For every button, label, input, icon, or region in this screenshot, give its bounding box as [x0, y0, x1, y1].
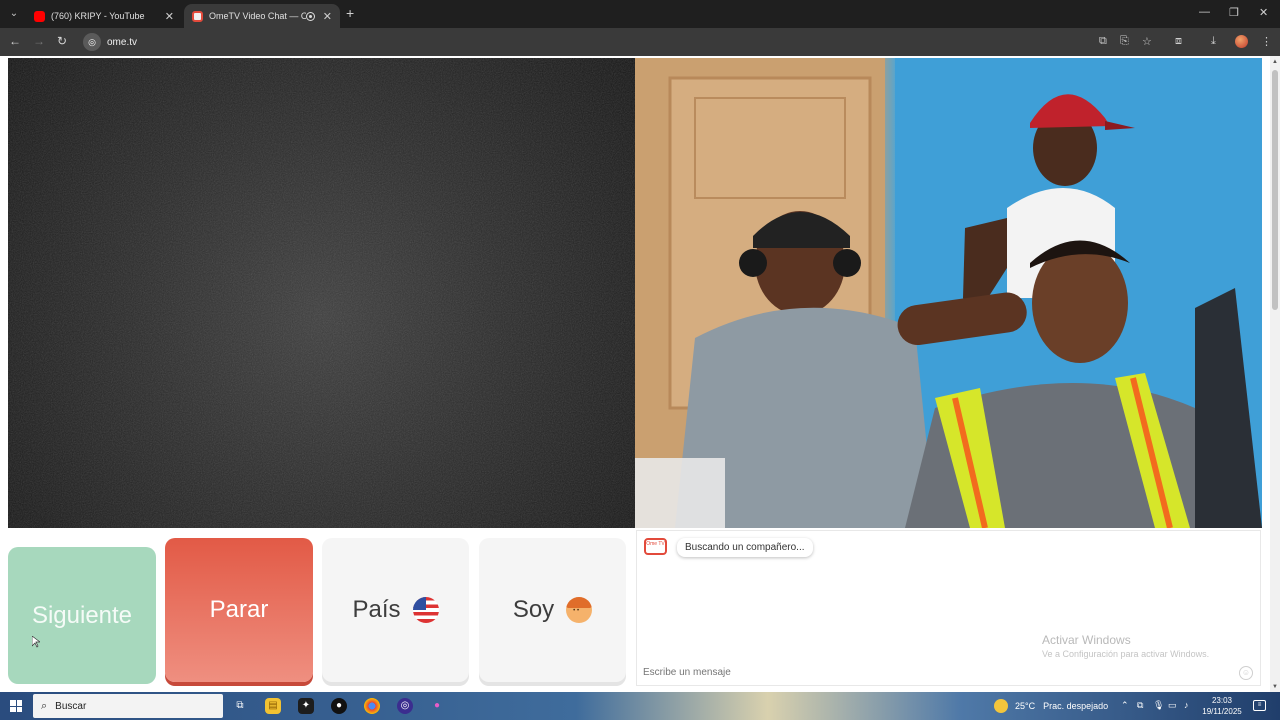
chevron-up-icon[interactable]: ⌃ [1121, 700, 1129, 711]
translate-icon[interactable]: ⎘ [1120, 35, 1129, 48]
microphone-icon[interactable]: 🎙 [1153, 700, 1164, 711]
clock-time: 23:03 [1211, 696, 1233, 705]
reload-icon[interactable]: ↻ [57, 34, 67, 48]
tab-strip: ⌄ (760) KRIPY - YouTube ✕ OmeTV Video Ch… [0, 0, 1280, 28]
profile-avatar[interactable] [1235, 35, 1248, 48]
obs-app-icon[interactable]: ✦ [298, 698, 314, 714]
tab-youtube[interactable]: (760) KRIPY - YouTube ✕ [26, 4, 182, 28]
restore-icon[interactable]: ❐ [1229, 6, 1239, 19]
extensions-icon[interactable]: ⧈ [1175, 35, 1182, 48]
status-message: Buscando un compañero... [677, 538, 813, 557]
notification-icon[interactable]: ≡ [1253, 700, 1266, 711]
ometv-logo-icon: Ome TV [644, 538, 667, 555]
clock-date: 19/11/2025 [1202, 707, 1242, 716]
ometv-icon [192, 10, 203, 22]
gender-button[interactable]: Soy [479, 538, 626, 682]
next-button-label: Siguiente [31, 601, 133, 629]
cortana-app-icon[interactable]: ◎ [397, 698, 413, 714]
task-view-icon[interactable]: ⧉ [232, 698, 248, 714]
emoji-icon[interactable]: ☺ [1239, 666, 1253, 680]
partly-sunny-icon [994, 699, 1008, 713]
tab-search-icon[interactable]: ⌄ [6, 6, 22, 22]
close-window-icon[interactable]: ✕ [1259, 6, 1268, 19]
scroll-down-icon[interactable]: ▼ [1272, 684, 1278, 690]
taskbar-search[interactable]: ⌕ Buscar [33, 694, 223, 718]
ometv-logo-text: Ome TV [646, 541, 665, 547]
mouse-cursor-icon [32, 636, 40, 648]
weather-desc: Prac. despejado [1043, 701, 1109, 711]
country-button-label: País [352, 596, 401, 623]
taskbar-search-placeholder: Buscar [55, 700, 87, 712]
message-input[interactable] [643, 667, 1233, 678]
local-video-static [8, 58, 635, 528]
system-clock[interactable]: 23:03 19/11/2025 [1202, 695, 1242, 717]
url-text: ome.tv [107, 36, 138, 48]
address-bar[interactable]: ◎ ome.tv [80, 31, 1090, 53]
static-noise [8, 58, 635, 528]
partner-video [635, 58, 1262, 528]
us-flag-icon [412, 597, 439, 623]
weather-widget[interactable]: 25°C Prac. despejado [994, 699, 1108, 713]
activate-windows-title: Activar Windows [1042, 633, 1131, 647]
partner-video-scene [635, 58, 1262, 528]
close-tab-icon[interactable]: ✕ [165, 10, 174, 23]
bookmark-star-icon[interactable]: ☆ [1142, 35, 1152, 48]
browser-toolbar: ← → ↻ ◎ ome.tv ⧉ ⎘ ☆ ⧈ ⤓ ⋮ [0, 28, 1280, 56]
site-info-icon[interactable]: ◎ [83, 33, 101, 51]
stop-button[interactable]: Parar [165, 538, 313, 682]
file-explorer-icon[interactable]: ▤ [265, 698, 281, 714]
country-button[interactable]: País [322, 538, 469, 682]
cast-icon[interactable]: ⧉ [1099, 35, 1107, 48]
chrome-icon[interactable] [364, 698, 380, 714]
scrollbar-thumb[interactable] [1272, 70, 1278, 310]
back-icon[interactable]: ← [9, 34, 21, 48]
new-tab-button[interactable]: + [346, 5, 354, 21]
recorder-app-icon[interactable]: ● [331, 698, 347, 714]
minimize-icon[interactable]: — [1199, 6, 1210, 18]
maps-pin-icon[interactable]: ● [429, 698, 445, 714]
scrollbar[interactable]: ▲ ▼ [1270, 56, 1280, 692]
youtube-icon [34, 10, 45, 22]
weather-temp: 25°C [1015, 701, 1036, 711]
search-icon: ⌕ [41, 699, 48, 712]
forward-icon[interactable]: → [33, 34, 45, 48]
scroll-up-icon[interactable]: ▲ [1272, 59, 1278, 65]
tab-title: OmeTV Video Chat — Ome [209, 11, 306, 21]
volume-icon[interactable]: ♪ [1184, 700, 1189, 710]
menu-icon[interactable]: ⋮ [1261, 35, 1272, 48]
activate-windows-subtitle: Ve a Configuración para activar Windows. [1042, 649, 1210, 659]
next-button[interactable]: Siguiente [8, 547, 156, 684]
tab-ometv[interactable]: OmeTV Video Chat — Ome ✕ [184, 4, 340, 28]
close-tab-icon[interactable]: ✕ [323, 10, 332, 23]
tray-app-icon[interactable]: ⧉ [1137, 700, 1143, 711]
chat-panel: Ome TV Buscando un compañero... Activar … [636, 530, 1261, 686]
gender-button-label: Soy [512, 596, 555, 623]
windows-start-icon[interactable] [10, 700, 22, 712]
windows-taskbar: ⌕ Buscar ⧉ ▤ ✦ ● ◎ ● 25°C Prac. despejad… [0, 692, 1280, 720]
boy-emoji-icon [566, 597, 593, 623]
stop-button-label: Parar [209, 596, 269, 623]
tab-title: (760) KRIPY - YouTube [51, 11, 145, 21]
recording-icon [305, 11, 315, 21]
download-icon[interactable]: ⤓ [1211, 35, 1216, 48]
network-icon[interactable]: ▭ [1168, 700, 1177, 711]
